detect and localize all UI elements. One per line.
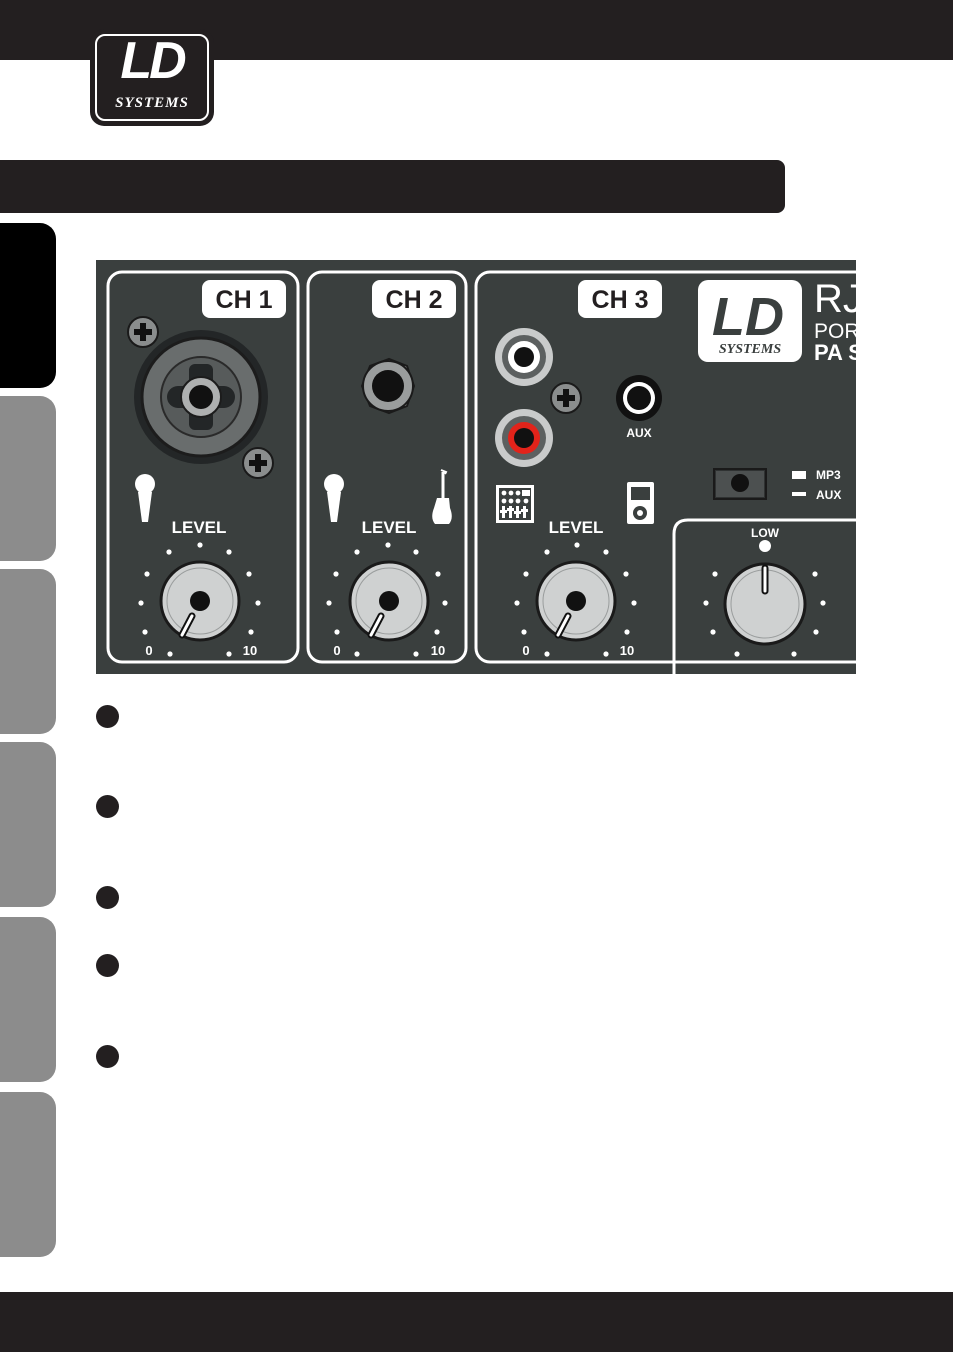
- callout-bullet: [96, 795, 119, 818]
- callout-bullet: [96, 886, 119, 909]
- rca-jack-red[interactable]: [495, 409, 553, 467]
- screw-icon: [242, 447, 274, 479]
- mp3-switch-label: MP3: [816, 468, 841, 482]
- mp3-player-icon: [627, 482, 654, 524]
- panel-logo: LD SYSTEMS: [698, 280, 802, 362]
- ch1-level-label: LEVEL: [172, 518, 227, 537]
- panel-logo-ld: LD: [712, 287, 784, 347]
- rca-jack-white[interactable]: [495, 328, 553, 386]
- screw-icon: [127, 316, 159, 348]
- language-tab-2[interactable]: [0, 396, 56, 561]
- low-eq-knob[interactable]: [723, 562, 807, 646]
- panel-logo-systems: SYSTEMS: [719, 342, 781, 357]
- ch2-level-knob[interactable]: [348, 560, 430, 642]
- language-tab-1[interactable]: [0, 223, 56, 388]
- low-eq-center-dot: [759, 540, 771, 552]
- mp3-aux-switch[interactable]: [713, 468, 767, 500]
- aux-switch-label: AUX: [816, 488, 841, 502]
- product-model: RJ: [814, 277, 856, 321]
- ch1-scale-min: 0: [145, 643, 152, 658]
- mp3-position-icon: [792, 471, 806, 479]
- ch2-scale-min: 0: [333, 643, 340, 658]
- mixer-icon: [496, 485, 534, 523]
- ch3-level-label: LEVEL: [549, 518, 604, 537]
- ch3-scale-max: 10: [620, 643, 634, 658]
- bottom-bar: [0, 1292, 953, 1352]
- ch1-scale-max: 10: [243, 643, 257, 658]
- ch2-level-label: LEVEL: [362, 518, 417, 537]
- combo-xlr-jack[interactable]: [134, 330, 268, 464]
- product-line2: PA S: [814, 340, 856, 365]
- ch2-scale-max: 10: [431, 643, 445, 658]
- screw-icon: [550, 382, 582, 414]
- callout-bullet: [96, 1045, 119, 1068]
- logo-systems-text: SYSTEMS: [115, 95, 189, 111]
- aux-position-icon: [792, 492, 806, 496]
- callout-bullet: [96, 954, 119, 977]
- ch1-level-knob[interactable]: [159, 560, 241, 642]
- rear-panel-illustration: CH 1 CH 2 CH 3 AUX LD SYSTEMS RJ POR PA …: [96, 260, 856, 674]
- ch3-level-knob[interactable]: [535, 560, 617, 642]
- ch2-label: CH 2: [386, 286, 443, 314]
- aux-jack-label: AUX: [626, 426, 651, 440]
- callout-bullet: [96, 705, 119, 728]
- ch1-label: CH 1: [216, 286, 273, 314]
- instrument-jack[interactable]: [360, 357, 416, 415]
- ch3-label: CH 3: [592, 286, 649, 314]
- ch3-scale-min: 0: [522, 643, 529, 658]
- section-title-bar: [0, 160, 785, 213]
- aux-minijack[interactable]: [616, 375, 662, 421]
- language-tab-6[interactable]: [0, 1092, 56, 1257]
- language-tab-4[interactable]: [0, 742, 56, 907]
- language-tab-5[interactable]: [0, 917, 56, 1082]
- brand-logo: LD SYSTEMS: [90, 29, 214, 126]
- language-tab-3[interactable]: [0, 569, 56, 734]
- low-eq-label: LOW: [751, 526, 780, 540]
- logo-ld-text: LD: [120, 32, 186, 90]
